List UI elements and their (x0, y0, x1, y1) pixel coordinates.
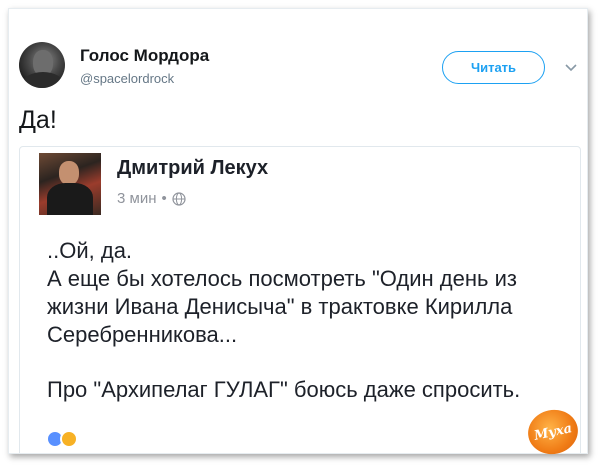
globe-icon (172, 191, 186, 206)
quoted-author-avatar[interactable] (39, 153, 101, 215)
tweet-text: Да! (19, 106, 57, 134)
post-line: А еще бы хотелось посмотреть "Один день … (47, 266, 517, 291)
avatar-shoulders (23, 72, 63, 88)
author-avatar[interactable] (19, 42, 65, 88)
post-line: Серебренникова... (47, 322, 238, 347)
post-line: ..Ой, да. (47, 238, 133, 263)
post-line: Про "Архипелаг ГУЛАГ" боюсь даже спросит… (47, 377, 521, 402)
author-handle[interactable]: @spacelordrock (80, 71, 174, 86)
watermark-text: Муха (532, 420, 574, 444)
quoted-post-meta: 3 мин • (117, 190, 186, 207)
haha-reaction-icon (60, 430, 78, 448)
follow-button[interactable]: Читать (442, 51, 545, 84)
avatar-body (47, 183, 93, 215)
post-line: жизни Ивана Денисыча" в трактовке Кирилл… (47, 294, 513, 319)
meta-separator: • (161, 190, 167, 207)
quoted-post[interactable]: Дмитрий Лекух 3 мин • ..Ой, да. А еще бы… (19, 146, 581, 453)
reactions-bar[interactable] (46, 430, 86, 450)
post-time[interactable]: 3 мин (117, 190, 157, 207)
chevron-down-icon[interactable] (562, 59, 580, 77)
quoted-post-body: ..Ой, да. А еще бы хотелось посмотреть "… (47, 237, 577, 404)
quoted-author-name[interactable]: Дмитрий Лекух (117, 157, 268, 180)
tweet-card: Голос Мордора @spacelordrock Читать Да! … (8, 8, 588, 454)
avatar-head (59, 161, 79, 185)
author-name[interactable]: Голос Мордора (80, 46, 209, 66)
